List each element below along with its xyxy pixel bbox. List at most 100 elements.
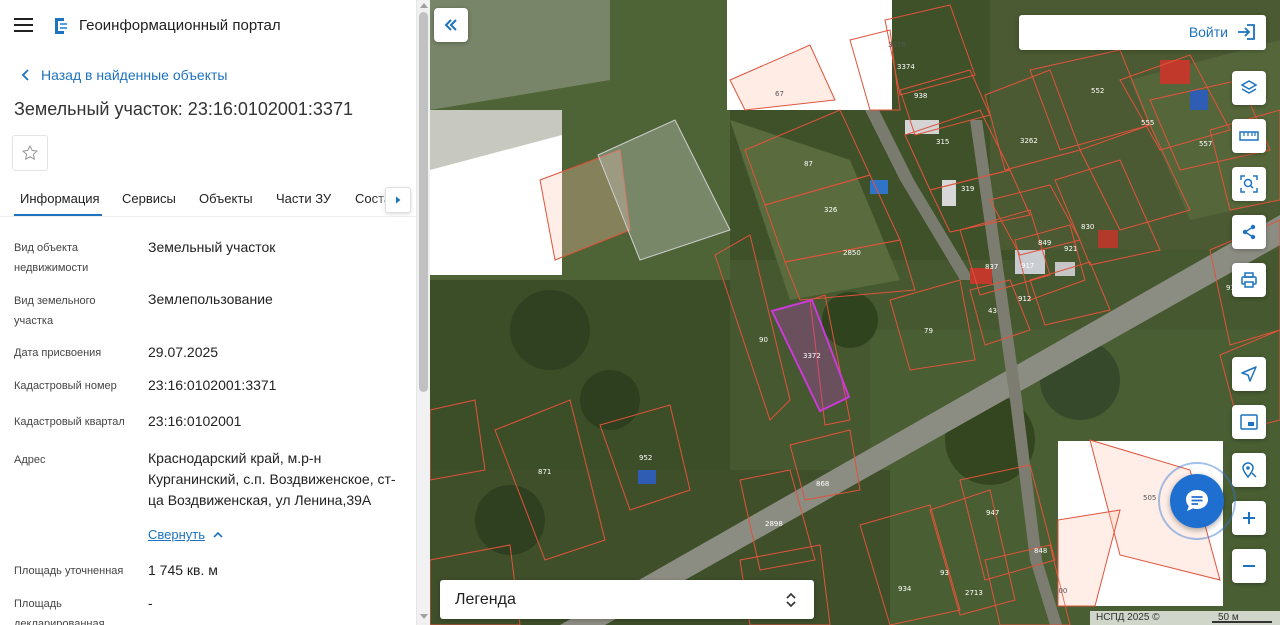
double-chevron-left-icon: [444, 19, 457, 31]
caret-right-icon: [396, 196, 401, 204]
parcel-label: 3262: [1020, 137, 1038, 145]
tab-information[interactable]: Информация: [20, 191, 100, 206]
active-tab-indicator: [14, 214, 102, 216]
tabs-scroll-right-button[interactable]: [385, 187, 411, 213]
tab-services[interactable]: Сервисы: [122, 191, 176, 206]
scale-bar: НСПД 2025 © 50 м: [1090, 611, 1280, 625]
field-label-parcel-type: Вид земельного участка: [14, 295, 96, 327]
share-icon: [1242, 224, 1256, 240]
field-value-cadastral-quarter: 23:16:0102001: [148, 413, 242, 429]
field-label-assign-date: Дата присвоения: [14, 347, 102, 359]
print-button[interactable]: [1232, 263, 1266, 297]
panel-scrollbar[interactable]: [416, 0, 430, 625]
parcel-label: 848: [1034, 547, 1047, 555]
field-label-area-specified: Площадь уточненная: [14, 565, 124, 577]
scroll-down-arrow[interactable]: [420, 614, 428, 619]
star-outline-icon: [22, 145, 38, 160]
minimap-button[interactable]: [1232, 405, 1266, 439]
parcel-label: 952: [639, 454, 652, 462]
chat-button[interactable]: [1170, 474, 1224, 528]
field-label-area-declared: Площадь декларированная: [14, 598, 105, 625]
field-label-object-type: Вид объекта недвижимости: [14, 242, 89, 274]
hamburger-icon[interactable]: [14, 17, 33, 33]
field-value-area-specified: 1 745 кв. м: [148, 562, 218, 578]
parcel-label: 100: [1054, 587, 1067, 595]
parcel-label: 326: [824, 206, 838, 214]
back-to-results-link[interactable]: Назад в найденные объекты: [18, 64, 227, 86]
parcel-label: 2850: [843, 249, 861, 257]
zoom-in-button[interactable]: [1232, 501, 1266, 535]
field-value-parcel-type: Землепользование: [148, 291, 273, 307]
portal-logo-icon: [55, 18, 67, 34]
parcel-label: 319: [961, 185, 974, 193]
geo-search-icon: [1242, 462, 1257, 479]
chat-bubble-icon: [1186, 490, 1208, 511]
share-button[interactable]: [1232, 215, 1266, 249]
parcel-label: 87: [804, 160, 813, 168]
field-label-cadastral-quarter: Кадастровый квартал: [14, 416, 125, 428]
map-view[interactable]: 67 3376 3374 938 87 326 315 319 3262 552…: [430, 0, 1280, 625]
collapse-address-link[interactable]: Свернуть: [148, 527, 223, 542]
parcel-label: 947: [986, 509, 999, 517]
parcel-label: 93: [940, 569, 949, 577]
field-value-assign-date: 29.07.2025: [148, 344, 219, 360]
parcel-label: 557: [1199, 140, 1212, 148]
parcel-label: 830: [1081, 223, 1094, 231]
field-value-object-type: Земельный участок: [148, 239, 276, 255]
legend-selector[interactable]: Легенда: [440, 580, 814, 619]
zoom-out-button[interactable]: [1232, 549, 1266, 583]
tab-objects[interactable]: Объекты: [199, 191, 253, 206]
scale-line: [1212, 621, 1272, 623]
ruler-icon: [1239, 131, 1259, 141]
area-select-button[interactable]: [1232, 167, 1266, 201]
updown-caret-icon: [786, 592, 796, 608]
app-title: Геоинформационный портал: [79, 17, 281, 34]
collapse-panel-button[interactable]: [434, 8, 468, 42]
parcel-label: 79: [924, 327, 933, 335]
map-copyright: НСПД 2025 ©: [1096, 612, 1160, 623]
parcel-label: 917: [1021, 262, 1034, 270]
satellite-map: 67 3376 3374 938 87 326 315 319 3262 552…: [430, 0, 1280, 625]
layers-icon: [1240, 80, 1258, 94]
area-select-icon: [1240, 175, 1258, 193]
parcel-label: 43: [988, 307, 997, 315]
parcel-label: 2898: [765, 520, 783, 528]
parcel-label: 3372: [803, 352, 821, 360]
ruler-button[interactable]: [1232, 119, 1266, 153]
parcel-label: 2713: [965, 589, 983, 597]
scroll-up-arrow[interactable]: [420, 3, 428, 8]
login-button[interactable]: Войти: [1019, 15, 1266, 50]
parcel-label: 505: [1143, 494, 1156, 502]
parcel-label: 871: [538, 468, 551, 476]
back-link-label: Назад в найденные объекты: [41, 67, 228, 83]
parcel-label: 938: [914, 92, 927, 100]
minimap-icon: [1240, 414, 1258, 430]
navigation-arrow-icon: [1241, 366, 1257, 382]
minus-icon: [1243, 565, 1255, 567]
my-location-button[interactable]: [1232, 357, 1266, 391]
parcel-label: 552: [1091, 87, 1104, 95]
legend-label: Легенда: [455, 591, 516, 608]
chevron-left-icon: [21, 69, 29, 81]
object-title: Земельный участок: 23:16:0102001:3371: [14, 99, 353, 119]
login-arrow-icon: [1238, 24, 1255, 40]
field-label-address: Адрес: [14, 454, 46, 466]
info-panel: Геоинформационный портал Назад в найденн…: [0, 0, 430, 625]
tab-parcel-parts[interactable]: Части ЗУ: [276, 191, 331, 206]
parcel-label: 555: [1141, 119, 1154, 127]
parcel-label: 3374: [897, 63, 915, 71]
login-label: Войти: [1188, 24, 1228, 40]
collapse-address-label: Свернуть: [148, 527, 206, 542]
favorite-button[interactable]: [12, 135, 48, 171]
parcel-label: 315: [936, 138, 949, 146]
layers-button[interactable]: [1232, 71, 1266, 105]
parcel-label: 912: [1018, 295, 1031, 303]
parcel-label: 934: [898, 585, 912, 593]
field-value-address: Краснодарский край, м.р-н Курганинский, …: [148, 450, 396, 508]
field-label-cadastral-number: Кадастровый номер: [14, 380, 117, 392]
geo-search-button[interactable]: [1232, 453, 1266, 487]
parcel-label: 3376: [888, 41, 906, 49]
scroll-thumb[interactable]: [419, 12, 428, 392]
chevron-up-icon: [213, 531, 223, 538]
panel-content: Геоинформационный портал Назад в найденн…: [0, 0, 416, 625]
